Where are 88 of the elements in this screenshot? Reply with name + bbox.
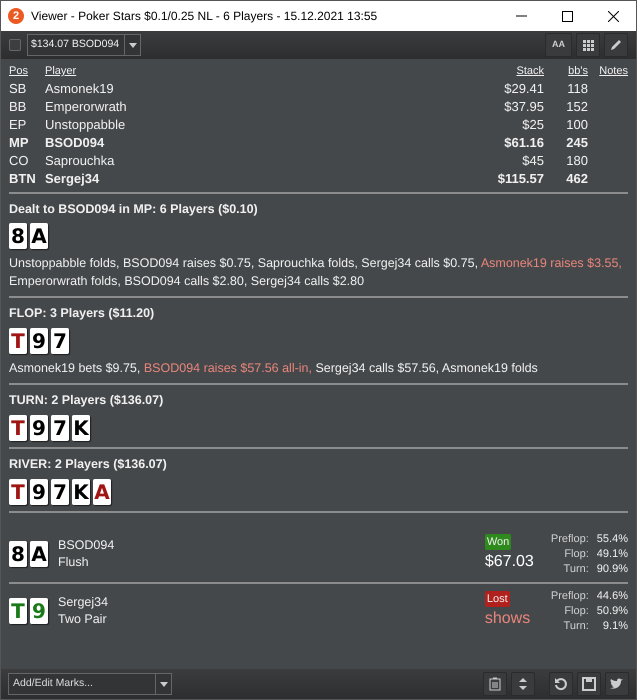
table-cell: BSOD094: [45, 134, 104, 150]
table-cell: $115.57: [498, 170, 544, 186]
table-cell: $45: [522, 152, 544, 168]
table-cell: 180: [566, 152, 588, 168]
table-cell: 245: [566, 134, 588, 150]
table-cell: Sergej34: [45, 170, 100, 186]
street-heading: Dealt to BSOD094 in MP: 6 Players ($0.10): [9, 200, 259, 218]
pencil-icon[interactable]: [604, 33, 628, 57]
playing-card: 9: [30, 598, 48, 624]
table-cell: SB: [9, 80, 26, 96]
equity-label: Turn:: [562, 618, 589, 634]
result-amount: shows: [484, 609, 530, 630]
playing-card: 8: [9, 541, 27, 567]
window-title: Viewer - Poker Stars $0.1/0.25 NL - 6 Players - 15.12.2021 13:55: [31, 8, 378, 25]
equity-value: 44.6%: [596, 588, 628, 604]
equity-label: Turn:: [562, 562, 589, 576]
caret-icon: [155, 674, 171, 694]
table-cell: $25: [522, 116, 544, 132]
result-badge: Lost: [484, 590, 510, 608]
hand-rank: Flush: [58, 554, 90, 571]
app-logo: 2: [8, 8, 24, 24]
playing-card: T: [9, 478, 27, 504]
equity-label: Flop:: [563, 604, 589, 618]
bird-icon[interactable]: [605, 672, 629, 696]
equity-value: 50.9%: [596, 604, 628, 618]
playing-card: 9: [30, 414, 48, 441]
street-heading: TURN: 2 Players ($136.07): [9, 392, 164, 409]
table-cell: Unstoppabble: [45, 116, 126, 132]
clipboard-icon[interactable]: [483, 672, 507, 696]
hand-rank: Two Pair: [58, 611, 108, 628]
table-cell: 118: [567, 80, 588, 96]
column-header[interactable]: Pos: [9, 65, 28, 77]
player-name: BSOD094: [58, 537, 114, 554]
equity-value: 55.4%: [596, 532, 628, 546]
equity-value: 90.9%: [596, 562, 628, 576]
table-cell: Asmonek19: [45, 80, 114, 96]
playing-card: T: [9, 328, 27, 354]
checkbox[interactable]: [9, 39, 21, 51]
equity-value: 49.1%: [596, 546, 628, 562]
table-cell: BTN: [9, 170, 36, 186]
table-cell: $37.95: [504, 98, 544, 114]
table-cell: Emperorwrath: [45, 98, 127, 114]
street-heading: FLOP: 3 Players ($11.20): [9, 305, 156, 322]
playing-card: A: [30, 541, 48, 567]
table-cell: 462: [566, 170, 588, 186]
equity-label: Flop:: [563, 546, 589, 562]
table-cell: MP: [9, 134, 28, 150]
playing-card: T: [9, 414, 27, 441]
action-log: Unstoppabble folds, BSOD094 raises $0.75, Saprouchka folds, Sergej34 calls $0.75, Asmonek19 raises $3.55, Emperorwrath folds, BSOD094 calls $2.80, Sergej34 calls $2.80: [9, 255, 623, 290]
table-cell: EP: [9, 116, 26, 132]
result-badge: Won: [484, 534, 512, 550]
table-cell: $29.41: [504, 80, 544, 96]
refresh-icon[interactable]: [549, 672, 573, 696]
playing-card: 9: [30, 478, 48, 504]
table-cell: 152: [566, 98, 588, 114]
grid-icon[interactable]: [576, 33, 600, 57]
table-cell: CO: [9, 152, 28, 168]
playing-card: A: [93, 478, 111, 504]
font-size-button[interactable]: AA: [545, 33, 572, 57]
sort-arrows-icon[interactable]: [511, 672, 535, 696]
playing-card: 8: [9, 223, 27, 250]
marks-dropdown[interactable]: Add/Edit Marks...: [8, 673, 172, 695]
playing-card: 9: [30, 328, 48, 354]
hand-dropdown[interactable]: $134.07 BSOD094: [27, 34, 141, 56]
playing-card: K: [72, 414, 90, 441]
playing-card: K: [72, 478, 90, 504]
table-cell: BB: [9, 98, 26, 114]
equity-label: Preflop:: [550, 532, 589, 546]
action-log: Asmonek19 bets $9.75, BSOD094 raises $57.56 all-in, Sergej34 calls $57.56, Asmonek19 folds: [9, 360, 539, 377]
column-header[interactable]: Player: [45, 65, 76, 77]
table-cell: Saprouchka: [45, 152, 114, 168]
column-header[interactable]: Stack: [516, 65, 544, 77]
playing-card: A: [30, 223, 48, 250]
playing-card: 7: [51, 328, 69, 354]
caret-icon: [124, 35, 140, 55]
table-cell: 100: [566, 116, 588, 132]
column-header[interactable]: Notes: [599, 65, 628, 77]
street-heading: RIVER: 2 Players ($136.07): [9, 456, 168, 473]
playing-card: 7: [51, 414, 69, 441]
playing-card: 7: [51, 478, 69, 504]
equity-value: 9.1%: [602, 618, 628, 634]
player-name: Sergej34: [58, 594, 108, 611]
table-cell: $61.16: [504, 134, 544, 150]
save-icon[interactable]: [577, 672, 601, 696]
result-amount: $67.03: [484, 552, 534, 572]
equity-label: Preflop:: [550, 588, 589, 604]
column-header[interactable]: bb's: [568, 65, 588, 77]
playing-card: T: [9, 598, 27, 624]
